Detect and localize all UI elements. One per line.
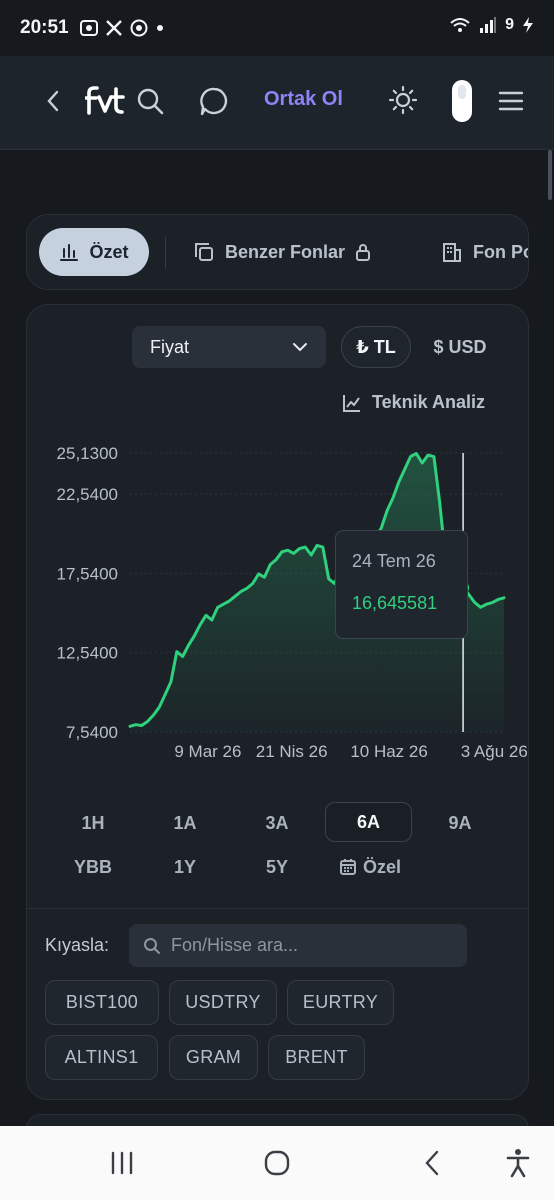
compare-label: Kıyasla: xyxy=(45,935,110,955)
range-1a[interactable]: 1A xyxy=(155,803,215,843)
calendar-icon xyxy=(339,859,356,875)
chip-bist100[interactable]: BIST100 xyxy=(45,980,159,1025)
x-tick-label: 10 Haz 26 xyxy=(350,742,428,761)
range-3a[interactable]: 3A xyxy=(247,803,307,843)
y-tick-label: 17,5400 xyxy=(57,564,118,583)
chip-gram[interactable]: GRAM xyxy=(169,1035,258,1080)
tooltip-value: 16,645581 xyxy=(352,593,438,613)
search-placeholder: Fon/Hisse ara... xyxy=(171,935,299,955)
home-icon[interactable] xyxy=(255,1126,299,1200)
x-tick-label: 9 Mar 26 xyxy=(174,742,241,761)
range-6a[interactable]: 6A xyxy=(325,802,412,842)
search-icon xyxy=(144,937,160,954)
chip-altins1[interactable]: ALTINS1 xyxy=(45,1035,158,1080)
price-chart[interactable]: 25,1300 22,5400 17,5400 12,5400 7,5400 9 Mar… xyxy=(0,0,554,800)
chip-eurtry[interactable]: EURTRY xyxy=(287,980,394,1025)
recent-apps-icon[interactable] xyxy=(100,1126,144,1200)
y-tick-label: 22,5400 xyxy=(57,485,118,504)
y-tick-label: 7,5400 xyxy=(66,723,118,742)
y-tick-label: 12,5400 xyxy=(57,644,118,663)
range-ybb[interactable]: YBB xyxy=(63,847,123,887)
range-custom[interactable]: Özel xyxy=(330,847,410,887)
chip-brent[interactable]: BRENT xyxy=(268,1035,365,1080)
y-tick-label: 25,1300 xyxy=(57,444,118,463)
range-9a[interactable]: 9A xyxy=(430,803,490,843)
x-tick-label: 3 Ağu 26 xyxy=(461,742,528,761)
chip-usdtry[interactable]: USDTRY xyxy=(169,980,277,1025)
range-custom-label: Özel xyxy=(362,856,401,877)
range-1y[interactable]: 1Y xyxy=(155,847,215,887)
chart-tooltip: 24 Tem 26 16,645581 xyxy=(335,530,468,639)
system-nav-bar xyxy=(0,1126,554,1200)
range-1h[interactable]: 1H xyxy=(63,803,123,843)
system-back-icon[interactable] xyxy=(410,1126,454,1200)
accessibility-icon[interactable] xyxy=(496,1126,540,1200)
section-divider xyxy=(27,908,528,909)
range-5y[interactable]: 5Y xyxy=(247,847,307,887)
tooltip-date: 24 Tem 26 xyxy=(352,551,436,571)
compare-search-input[interactable]: Fon/Hisse ara... xyxy=(129,924,467,967)
x-tick-label: 21 Nis 26 xyxy=(256,742,328,761)
